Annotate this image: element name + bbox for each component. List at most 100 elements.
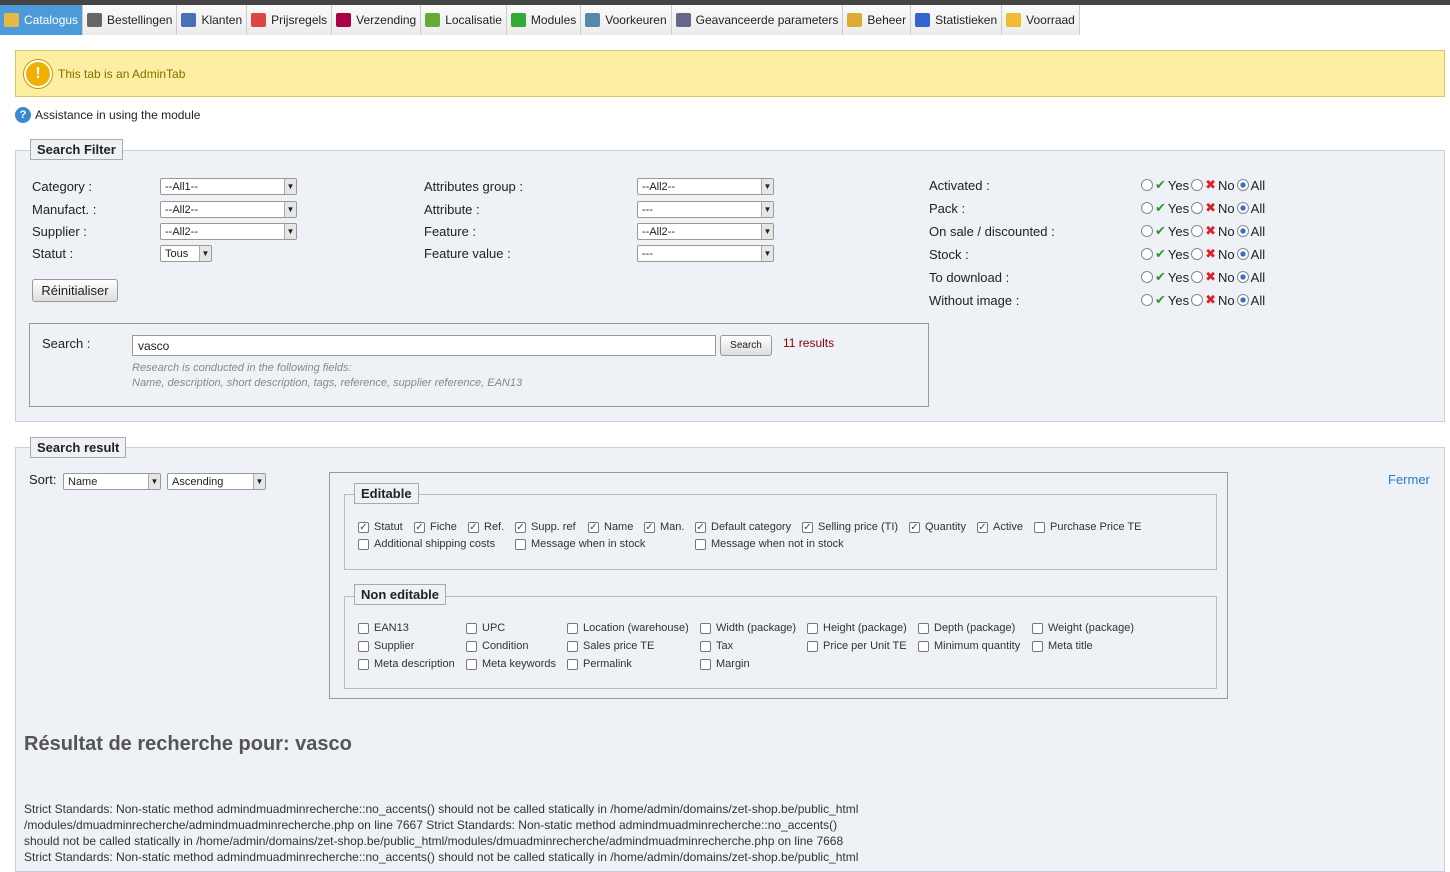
checkbox[interactable] [807,622,818,634]
noneditable-column-checkbox[interactable]: Price per Unit TE [807,640,907,652]
noneditable-column-checkbox[interactable]: Sales price TE [567,640,654,652]
noneditable-column-checkbox[interactable]: Height (package) [807,622,907,634]
checkbox[interactable] [918,622,929,634]
editable-column-checkbox[interactable]: ✓ Active [977,521,1023,533]
editable-column-checkbox[interactable]: ✓ Fiche [414,521,457,533]
checkbox[interactable] [1032,640,1043,652]
close-link[interactable]: Fermer [1388,472,1430,487]
noneditable-column-checkbox[interactable]: Meta description [358,658,455,670]
checkbox[interactable] [466,658,477,670]
tab-modules[interactable]: Modules [506,5,582,35]
yes-radio[interactable] [1141,248,1153,260]
checkbox[interactable]: ✓ [515,521,526,533]
editable-column-checkbox[interactable]: Message when not in stock [695,538,844,550]
checkbox[interactable] [466,640,477,652]
noneditable-column-checkbox[interactable]: Supplier [358,640,414,652]
yes-radio[interactable] [1141,179,1153,191]
editable-column-checkbox[interactable]: ✓ Selling price (TI) [802,521,898,533]
editable-column-checkbox[interactable]: Message when in stock [515,538,645,550]
noneditable-column-checkbox[interactable]: Depth (package) [918,622,1015,634]
checkbox[interactable] [700,640,711,652]
noneditable-column-checkbox[interactable]: UPC [466,622,505,634]
checkbox[interactable] [918,640,929,652]
checkbox[interactable]: ✓ [588,521,599,533]
no-radio[interactable] [1191,202,1204,214]
checkbox[interactable] [358,658,369,670]
tab-beheer[interactable]: Beheer [843,5,912,35]
noneditable-column-checkbox[interactable]: Minimum quantity [918,640,1020,652]
tab-voorraad[interactable]: Voorraad [1002,5,1080,35]
category-select[interactable]: --All1-- ▼ [160,178,297,195]
search-input[interactable]: vasco [132,335,716,356]
editable-column-checkbox[interactable]: ✓ Quantity [909,521,966,533]
yes-radio[interactable] [1141,271,1153,283]
checkbox[interactable] [358,622,369,634]
no-radio[interactable] [1191,294,1204,306]
reset-button[interactable]: Réinitialiser [32,279,118,302]
editable-column-checkbox[interactable]: ✓ Man. [644,521,684,533]
attrgroup-select[interactable]: --All2-- ▼ [637,178,774,195]
noneditable-column-checkbox[interactable]: Weight (package) [1032,622,1134,634]
checkbox[interactable]: ✓ [358,521,369,533]
tab-bestellingen[interactable]: Bestellingen [83,5,178,35]
checkbox[interactable] [700,622,711,634]
assistance-link[interactable]: ? Assistance in using the module [15,107,200,123]
editable-column-checkbox[interactable]: ✓ Ref. [468,521,504,533]
search-button[interactable]: Search [720,335,772,356]
noneditable-column-checkbox[interactable]: Meta keywords [466,658,556,670]
checkbox[interactable] [515,538,526,550]
sort-field-select[interactable]: Name ▼ [63,473,161,490]
tab-catalogus[interactable]: Catalogus [0,5,84,35]
yes-radio[interactable] [1141,225,1153,237]
no-radio[interactable] [1191,271,1204,283]
supplier-select[interactable]: --All2-- ▼ [160,223,297,240]
editable-column-checkbox[interactable]: Purchase Price TE [1034,521,1142,533]
noneditable-column-checkbox[interactable]: Permalink [567,658,632,670]
all-radio[interactable] [1236,179,1249,191]
feature-select[interactable]: --All2-- ▼ [637,223,774,240]
editable-column-checkbox[interactable]: ✓ Name [588,521,633,533]
manufact-select[interactable]: --All2-- ▼ [160,201,297,218]
checkbox[interactable]: ✓ [695,521,706,533]
checkbox[interactable]: ✓ [977,521,988,533]
checkbox[interactable]: ✓ [644,521,655,533]
checkbox[interactable] [567,640,578,652]
tab-statistieken[interactable]: Statistieken [911,5,1003,35]
noneditable-column-checkbox[interactable]: Meta title [1032,640,1093,652]
tab-voorkeuren[interactable]: Voorkeuren [581,5,672,35]
tab-geavanceerde-parameters[interactable]: Geavanceerde parameters [671,5,844,35]
all-radio[interactable] [1236,248,1249,260]
editable-column-checkbox[interactable]: ✓ Supp. ref [515,521,576,533]
checkbox[interactable]: ✓ [468,521,479,533]
noneditable-column-checkbox[interactable]: Width (package) [700,622,796,634]
checkbox[interactable]: ✓ [802,521,813,533]
all-radio[interactable] [1236,225,1249,237]
all-radio[interactable] [1236,271,1249,283]
no-radio[interactable] [1191,179,1204,191]
noneditable-column-checkbox[interactable]: Tax [700,640,733,652]
editable-column-checkbox[interactable]: ✓ Statut [358,521,403,533]
checkbox[interactable] [1032,622,1043,634]
noneditable-column-checkbox[interactable]: Condition [466,640,528,652]
attribute-select[interactable]: --- ▼ [637,201,774,218]
checkbox[interactable] [700,658,711,670]
sort-order-select[interactable]: Ascending ▼ [167,473,266,490]
editable-column-checkbox[interactable]: ✓ Default category [695,521,791,533]
checkbox[interactable] [567,622,578,634]
tab-klanten[interactable]: Klanten [177,5,248,35]
noneditable-column-checkbox[interactable]: Margin [700,658,750,670]
featurevalue-select[interactable]: --- ▼ [637,245,774,262]
all-radio[interactable] [1236,202,1249,214]
tab-verzending[interactable]: Verzending [332,5,422,35]
checkbox[interactable] [695,538,706,550]
editable-column-checkbox[interactable]: Additional shipping costs [358,538,495,550]
yes-radio[interactable] [1141,294,1153,306]
statut-select[interactable]: Tous ▼ [160,245,212,262]
tab-prijsregels[interactable]: Prijsregels [247,5,333,35]
no-radio[interactable] [1191,225,1204,237]
noneditable-column-checkbox[interactable]: Location (warehouse) [567,622,689,634]
checkbox[interactable]: ✓ [909,521,920,533]
tab-localisatie[interactable]: Localisatie [421,5,507,35]
checkbox[interactable] [358,538,369,550]
checkbox[interactable] [358,640,369,652]
